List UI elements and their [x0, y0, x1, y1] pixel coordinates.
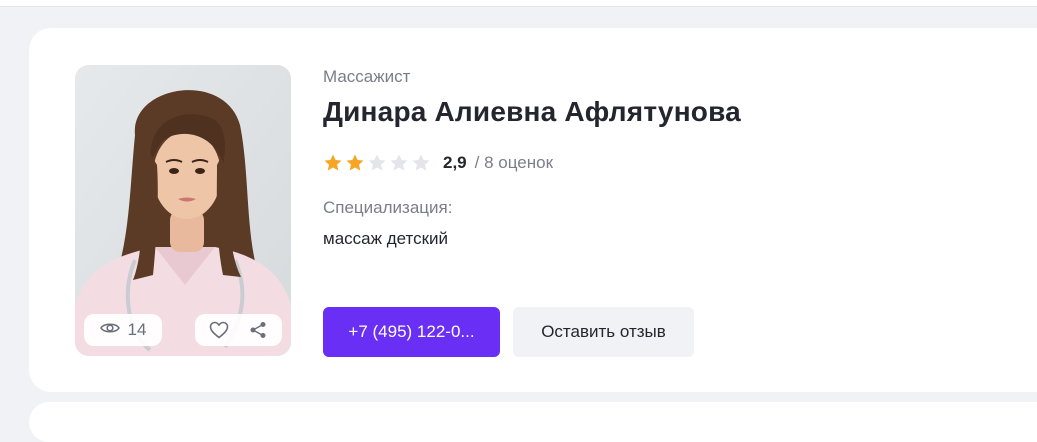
photo-actions [195, 314, 282, 346]
star-empty-icon [412, 154, 430, 171]
reviews-count[interactable]: / 8 оценок [475, 153, 553, 173]
doctor-card: 14 Массажист Динара Алиевна Афлятунова 2… [29, 28, 1037, 392]
rating-value: 2,9 [443, 153, 467, 172]
doctor-profession: Массажист [323, 67, 411, 86]
star-empty-icon [368, 154, 386, 171]
doctor-name[interactable]: Динара Алиевна Афлятунова [323, 96, 741, 128]
star-filled-icon [346, 154, 364, 171]
star-filled-icon [324, 154, 342, 171]
eye-icon [99, 320, 120, 340]
rating: 2,9 / 8 оценок [323, 151, 553, 175]
share-icon[interactable] [244, 316, 272, 344]
header-bottom-edge [0, 0, 1037, 7]
heart-icon[interactable] [205, 316, 233, 344]
specialization-label: Специализация: [323, 198, 453, 217]
rating-stars [323, 153, 431, 173]
next-doctor-card [29, 402, 1037, 442]
leave-review-button[interactable]: Оставить отзыв [513, 307, 694, 357]
doctor-portrait-image [75, 65, 291, 356]
star-empty-icon [390, 154, 408, 171]
specialization-value: массаж детский [323, 229, 449, 248]
doctor-photo[interactable]: 14 [75, 65, 291, 356]
phone-button[interactable]: +7 (495) 122-0... [323, 307, 500, 357]
views-count: 14 [127, 320, 147, 339]
views-counter: 14 [84, 314, 162, 346]
